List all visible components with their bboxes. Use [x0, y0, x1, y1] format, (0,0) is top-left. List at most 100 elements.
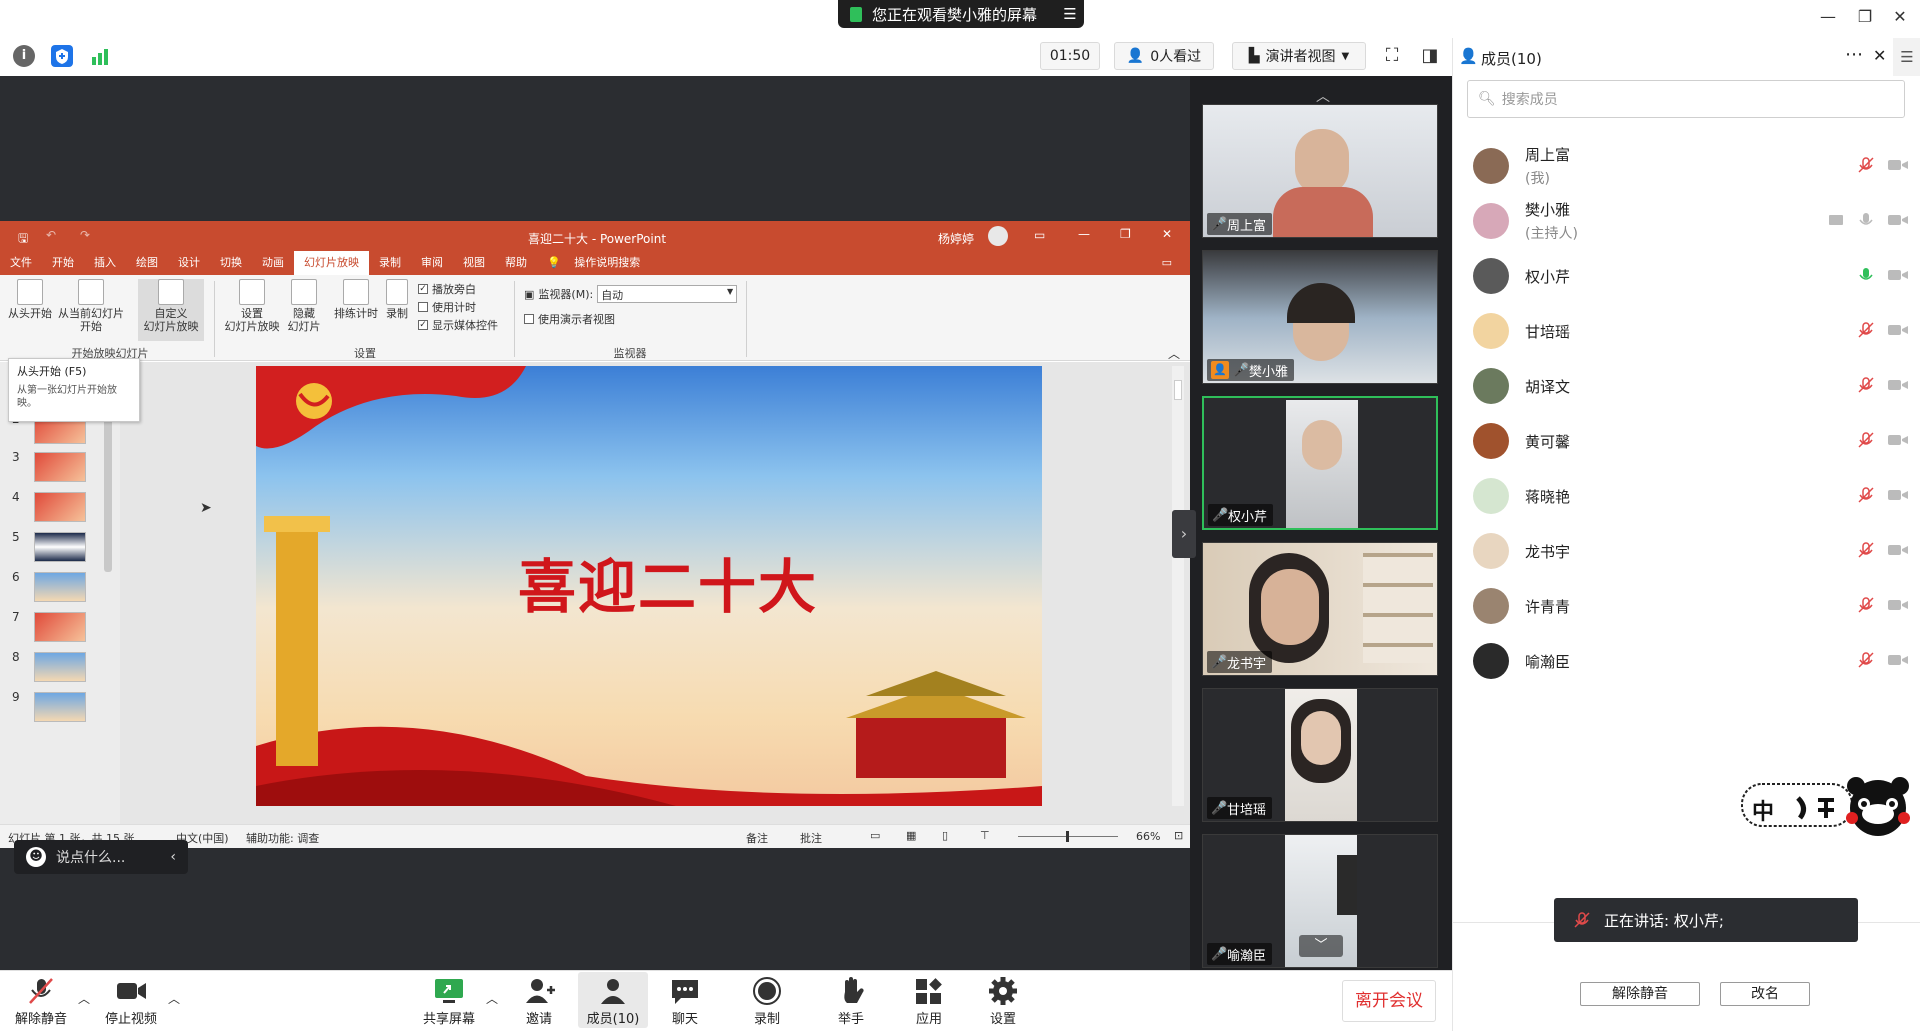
collapse-ribbon-icon[interactable]: ︿: [1168, 345, 1180, 362]
shield-icon[interactable]: [51, 45, 73, 67]
record-slideshow-button[interactable]: 录制: [382, 279, 412, 320]
camera-icon[interactable]: [1887, 431, 1909, 449]
view-mode-select[interactable]: ▙ 演讲者视图 ▼: [1232, 42, 1366, 70]
member-row[interactable]: 龙书宇: [1453, 523, 1920, 578]
chevron-up-icon[interactable]: ︿: [486, 990, 498, 1007]
tab-view[interactable]: 视图: [453, 251, 495, 275]
slide-thumbnail[interactable]: [34, 692, 86, 722]
mic-muted-icon[interactable]: [1857, 541, 1875, 559]
slide-thumbnail[interactable]: [34, 532, 86, 562]
accessibility-status[interactable]: 辅助功能: 调查: [246, 830, 319, 846]
checkbox-narration[interactable]: ✓ 播放旁白: [418, 281, 476, 297]
chevron-up-icon[interactable]: ︿: [168, 990, 180, 1007]
member-row[interactable]: 喻瀚臣: [1453, 633, 1920, 688]
checkbox-media-controls[interactable]: ✓ 显示媒体控件: [418, 317, 498, 333]
mic-speaking-icon[interactable]: [1857, 266, 1875, 284]
comments-button[interactable]: 批注: [800, 830, 822, 846]
from-current-button[interactable]: 从当前幻灯片 开始: [56, 279, 126, 333]
unmute-button[interactable]: 解除静音: [6, 972, 76, 1028]
tab-file[interactable]: 文件: [0, 251, 42, 275]
checkbox-use-timing[interactable]: 使用计时: [418, 299, 476, 315]
video-tile[interactable]: 🎤 龙书宇: [1202, 542, 1438, 676]
minimize-button[interactable]: —: [1816, 6, 1840, 28]
member-row[interactable]: 权小芹: [1453, 248, 1920, 303]
mic-muted-icon[interactable]: [1857, 321, 1875, 339]
collapse-strip-button[interactable]: ›: [1172, 510, 1196, 558]
signal-icon[interactable]: [89, 45, 111, 67]
tab-review[interactable]: 审阅: [411, 251, 453, 275]
camera-icon[interactable]: [1887, 651, 1909, 669]
sorter-view-icon[interactable]: ▦: [906, 829, 916, 842]
comments-icon[interactable]: ▭: [1152, 251, 1190, 275]
hide-slide-button[interactable]: 隐藏 幻灯片: [282, 279, 326, 333]
member-row[interactable]: 黄可馨: [1453, 413, 1920, 468]
tab-slideshow[interactable]: 幻灯片放映: [294, 251, 369, 275]
slide-thumbnail[interactable]: [34, 652, 86, 682]
from-start-button[interactable]: 从头开始: [8, 279, 52, 320]
mic-muted-icon[interactable]: [1857, 651, 1875, 669]
mic-muted-icon[interactable]: [1857, 431, 1875, 449]
members-button[interactable]: 成员(10): [578, 972, 648, 1028]
slide-thumbnail[interactable]: [34, 572, 86, 602]
user-avatar-icon[interactable]: [988, 226, 1008, 246]
tab-record[interactable]: 录制: [369, 251, 411, 275]
member-row[interactable]: 许青青: [1453, 578, 1920, 633]
mic-muted-icon[interactable]: [1857, 486, 1875, 504]
tab-transitions[interactable]: 切换: [210, 251, 252, 275]
ribbon-display-icon[interactable]: ▭: [1034, 228, 1045, 242]
camera-icon[interactable]: [1887, 156, 1909, 174]
share-screen-button[interactable]: 共享屏幕: [414, 972, 484, 1028]
checkbox-presenter-view[interactable]: 使用演示者视图: [524, 311, 615, 327]
camera-icon[interactable]: [1887, 486, 1909, 504]
panel-menu-icon[interactable]: ☰: [1893, 38, 1920, 76]
video-tile-active-speaker[interactable]: 🎤 权小芹: [1202, 396, 1438, 530]
thumbs-scrollbar[interactable]: [104, 412, 112, 572]
apps-button[interactable]: 应用: [894, 972, 964, 1028]
slide-thumbnail[interactable]: [34, 452, 86, 482]
fit-window-icon[interactable]: ⊡: [1174, 829, 1183, 842]
raise-hand-button[interactable]: 举手: [816, 972, 886, 1028]
ppt-minimize-button[interactable]: —: [1078, 227, 1090, 241]
scroll-thumb[interactable]: [1174, 380, 1182, 400]
close-window-button[interactable]: ✕: [1888, 6, 1912, 28]
close-icon[interactable]: ✕: [1873, 46, 1886, 65]
normal-view-icon[interactable]: ▭: [870, 829, 880, 842]
info-icon[interactable]: i: [13, 45, 35, 67]
camera-icon[interactable]: [1887, 211, 1909, 229]
custom-slideshow-button[interactable]: 自定义 幻灯片放映: [138, 279, 204, 341]
chat-input-pill[interactable]: ☻ 说点什么... ‹: [14, 840, 188, 874]
camera-icon[interactable]: [1887, 376, 1909, 394]
save-icon[interactable]: 🖫: [18, 229, 28, 250]
video-tile[interactable]: 🎤 喻瀚臣 ﹀: [1202, 834, 1438, 968]
slide-scrollbar[interactable]: [1172, 366, 1184, 806]
video-tile[interactable]: 🎤 甘培瑶: [1202, 688, 1438, 822]
member-row[interactable]: 甘培瑶: [1453, 303, 1920, 358]
chevron-left-icon[interactable]: ‹: [170, 849, 188, 865]
fullscreen-icon[interactable]: ⛶: [1380, 44, 1404, 68]
more-icon[interactable]: ⋯: [1845, 44, 1864, 65]
notes-button[interactable]: 备注: [746, 830, 768, 846]
member-row[interactable]: 蒋晓艳: [1453, 468, 1920, 523]
rehearse-timing-button[interactable]: 排练计时: [330, 279, 382, 320]
rename-button[interactable]: 改名: [1720, 982, 1810, 1006]
slide-canvas[interactable]: 喜迎二十大: [256, 366, 1042, 806]
redo-icon[interactable]: ↷: [80, 228, 90, 242]
restore-button[interactable]: ❐: [1853, 6, 1877, 28]
chevron-up-icon[interactable]: ︿: [78, 990, 90, 1007]
invite-button[interactable]: 邀请: [504, 972, 574, 1028]
slide-thumbnail[interactable]: [34, 492, 86, 522]
mic-muted-icon[interactable]: [1857, 156, 1875, 174]
tab-draw[interactable]: 绘图: [126, 251, 168, 275]
chevron-up-icon[interactable]: ︿: [1316, 86, 1330, 106]
ppt-restore-button[interactable]: ❐: [1120, 227, 1131, 241]
camera-icon[interactable]: [1887, 321, 1909, 339]
list-icon[interactable]: ☰: [1056, 5, 1084, 23]
slideshow-view-icon[interactable]: ⊤: [980, 829, 990, 842]
camera-icon[interactable]: [1887, 266, 1909, 284]
chevron-down-icon[interactable]: ﹀: [1299, 935, 1343, 957]
slide-thumbnail[interactable]: [34, 612, 86, 642]
stop-video-button[interactable]: 停止视频: [96, 972, 166, 1028]
video-tile[interactable]: 👤 🎤 樊小雅: [1202, 250, 1438, 384]
sidebar-toggle-icon[interactable]: ◨: [1418, 44, 1442, 68]
unmute-all-button[interactable]: 解除静音: [1580, 982, 1700, 1006]
